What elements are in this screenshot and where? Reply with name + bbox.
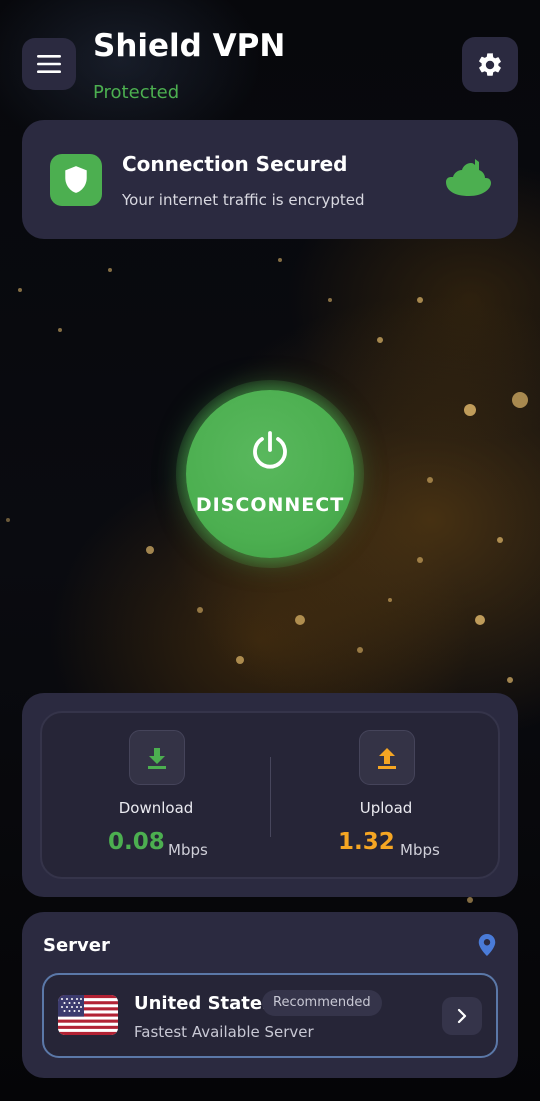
- connection-subtitle: Your internet traffic is encrypted: [122, 191, 365, 209]
- location-pin-icon[interactable]: [478, 934, 496, 956]
- server-subtitle: Fastest Available Server: [134, 1023, 314, 1041]
- download-unit: Mbps: [168, 841, 208, 859]
- settings-button[interactable]: [462, 37, 518, 92]
- disconnect-button[interactable]: DISCONNECT: [186, 390, 354, 558]
- power-icon: [253, 431, 287, 469]
- download-value: 0.08: [108, 829, 165, 855]
- cloud-icon: [446, 159, 491, 196]
- shield-icon: [65, 166, 87, 193]
- shield-badge: [50, 154, 102, 206]
- hamburger-menu-icon: [37, 55, 61, 73]
- disconnect-label: DISCONNECT: [195, 494, 345, 516]
- menu-button[interactable]: [22, 38, 76, 90]
- upload-arrow-icon: [378, 747, 396, 769]
- download-stat: Download 0.08 Mbps: [42, 713, 270, 877]
- download-label: Download: [118, 799, 194, 817]
- connection-status-card: Connection Secured Your internet traffic…: [22, 120, 518, 239]
- recommended-badge: Recommended: [262, 990, 382, 1016]
- connection-title: Connection Secured: [122, 152, 348, 176]
- speed-card: Download 0.08 Mbps Upload 1.32 Mbps: [22, 693, 518, 897]
- server-country: United States: [134, 993, 273, 1014]
- upload-label: Upload: [359, 799, 413, 817]
- server-card: Server United States Recommended Fastest…: [22, 912, 518, 1078]
- upload-value: 1.32: [338, 829, 395, 855]
- app-title: Shield VPN: [93, 28, 286, 64]
- us-flag-icon: [58, 995, 118, 1035]
- upload-unit: Mbps: [400, 841, 440, 859]
- chevron-right-icon: [457, 1008, 467, 1024]
- speed-divider: [270, 757, 271, 837]
- speed-panel: Download 0.08 Mbps Upload 1.32 Mbps: [40, 711, 500, 879]
- download-arrow-icon: [148, 747, 166, 769]
- gear-icon: [479, 52, 501, 76]
- upload-stat: Upload 1.32 Mbps: [272, 713, 500, 877]
- upload-icon-box: [359, 730, 415, 785]
- download-icon-box: [129, 730, 185, 785]
- top-bar: Shield VPN Protected: [22, 28, 518, 108]
- server-select-button[interactable]: [442, 997, 482, 1035]
- server-section-title: Server: [43, 935, 110, 956]
- protection-status: Protected: [93, 82, 180, 103]
- selected-server[interactable]: United States Recommended Fastest Availa…: [42, 973, 498, 1058]
